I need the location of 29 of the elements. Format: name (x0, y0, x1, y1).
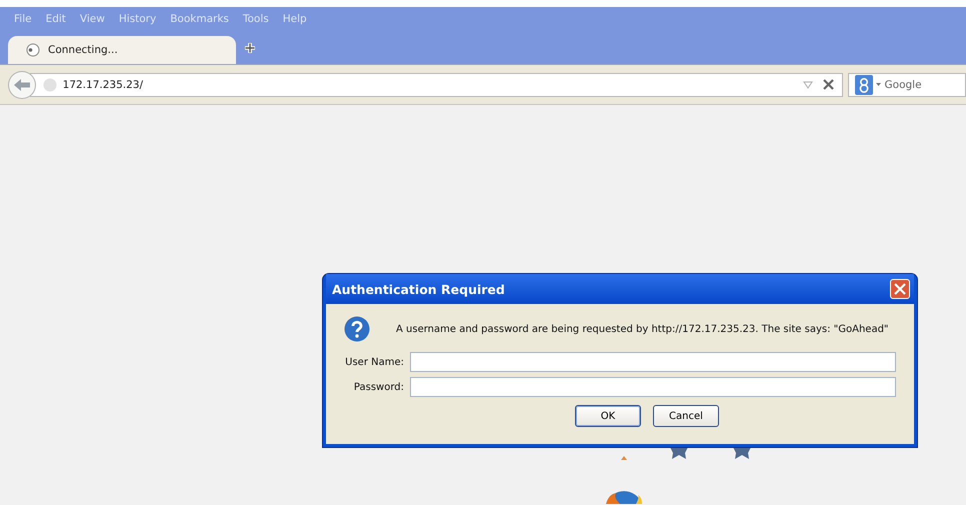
address-bar[interactable]: 172.17.235.23/ (30, 72, 843, 96)
back-arrow-icon (12, 78, 31, 92)
field-label: Password: (352, 382, 404, 392)
menu-item[interactable]: History (118, 12, 156, 24)
url-text: 172.17.235.23/ (62, 78, 144, 90)
new-tab-button[interactable] (242, 40, 258, 56)
menu-item[interactable]: Bookmarks (170, 12, 229, 24)
question-icon (344, 316, 370, 342)
input-field[interactable] (410, 352, 896, 372)
input-field[interactable] (410, 377, 896, 397)
dialog-message: A username and password are being requested by http://172.17.235.23. The site says: "GoAhead" (396, 324, 889, 334)
back-button[interactable] (8, 70, 36, 98)
dialog-button[interactable]: Cancel (653, 405, 719, 427)
field-label: User Name: (344, 356, 404, 368)
search-engine-icon[interactable] (854, 74, 883, 94)
dropdown-icon[interactable] (802, 80, 813, 88)
browser-tab[interactable]: Connecting... (8, 36, 236, 64)
dialog-button[interactable]: OK (575, 405, 641, 427)
dialog-title: Authentication Required (332, 282, 505, 296)
menu-item[interactable]: Tools (242, 12, 269, 24)
search-field[interactable]: Google (848, 72, 966, 96)
menu-item[interactable]: Edit (46, 12, 66, 24)
loading-icon (26, 43, 40, 57)
menu-item[interactable]: View (80, 12, 105, 24)
menu-item[interactable]: Help (282, 12, 307, 24)
menu-item[interactable]: File (14, 12, 32, 24)
stop-icon[interactable] (822, 79, 834, 90)
close-button[interactable] (890, 279, 910, 299)
search-input[interactable]: Google (882, 78, 955, 90)
